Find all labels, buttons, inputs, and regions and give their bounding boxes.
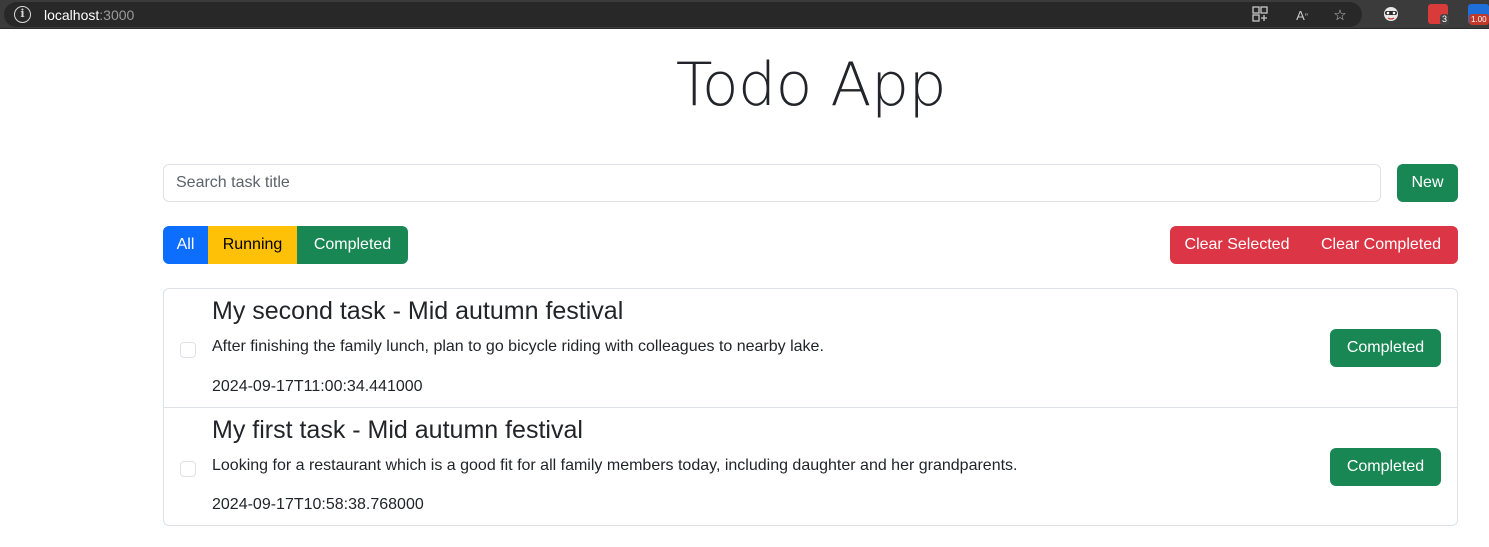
- task-checkbox[interactable]: [180, 342, 196, 358]
- clear-button-group: Clear Selected Clear Completed: [1170, 226, 1458, 264]
- task-timestamp: 2024-09-17T11:00:34.441000: [212, 378, 423, 395]
- filter-all-button[interactable]: All: [163, 226, 208, 264]
- extension-badge: 1.00: [1469, 14, 1489, 25]
- filter-button-group: All Running Completed: [163, 226, 408, 264]
- browser-toolbar: i localhost:3000 A” ☆ 3 1.00: [0, 0, 1489, 29]
- favorite-star-icon[interactable]: ☆: [1330, 6, 1350, 26]
- url-port: :3000: [99, 7, 135, 23]
- task-item: My second task - Mid autumn festival Aft…: [164, 289, 1457, 407]
- filter-running-button[interactable]: Running: [208, 226, 297, 264]
- extension-calendar-icon[interactable]: 3: [1428, 4, 1450, 25]
- task-title: My second task - Mid autumn festival: [212, 297, 624, 325]
- site-info-icon[interactable]: i: [14, 6, 31, 23]
- task-item: My first task - Mid autumn festival Look…: [164, 407, 1457, 525]
- task-list: My second task - Mid autumn festival Aft…: [163, 288, 1458, 526]
- task-completed-button[interactable]: Completed: [1330, 329, 1441, 367]
- clear-selected-button[interactable]: Clear Selected: [1170, 226, 1304, 264]
- task-completed-button[interactable]: Completed: [1330, 448, 1441, 486]
- task-title: My first task - Mid autumn festival: [212, 416, 583, 444]
- task-timestamp: 2024-09-17T10:58:38.768000: [212, 496, 424, 513]
- read-aloud-icon[interactable]: A”: [1292, 6, 1312, 26]
- apps-grid-icon[interactable]: [1250, 6, 1270, 26]
- clear-completed-button[interactable]: Clear Completed: [1304, 226, 1458, 264]
- page-title: Todo App: [675, 50, 947, 120]
- url-text[interactable]: localhost:3000: [44, 7, 134, 23]
- address-bar[interactable]: i localhost:3000 A” ☆: [4, 2, 1362, 27]
- search-input[interactable]: [163, 164, 1381, 202]
- filter-completed-button[interactable]: Completed: [297, 226, 408, 264]
- extension-badge: 3: [1440, 14, 1450, 25]
- task-description: Looking for a restaurant which is a good…: [212, 457, 1018, 474]
- task-description: After finishing the family lunch, plan t…: [212, 338, 824, 355]
- url-host: localhost: [44, 7, 100, 23]
- task-checkbox[interactable]: [180, 461, 196, 477]
- extension-mask-icon[interactable]: [1381, 4, 1401, 24]
- new-task-button[interactable]: New: [1397, 164, 1458, 202]
- extension-player-icon[interactable]: 1.00: [1468, 4, 1489, 25]
